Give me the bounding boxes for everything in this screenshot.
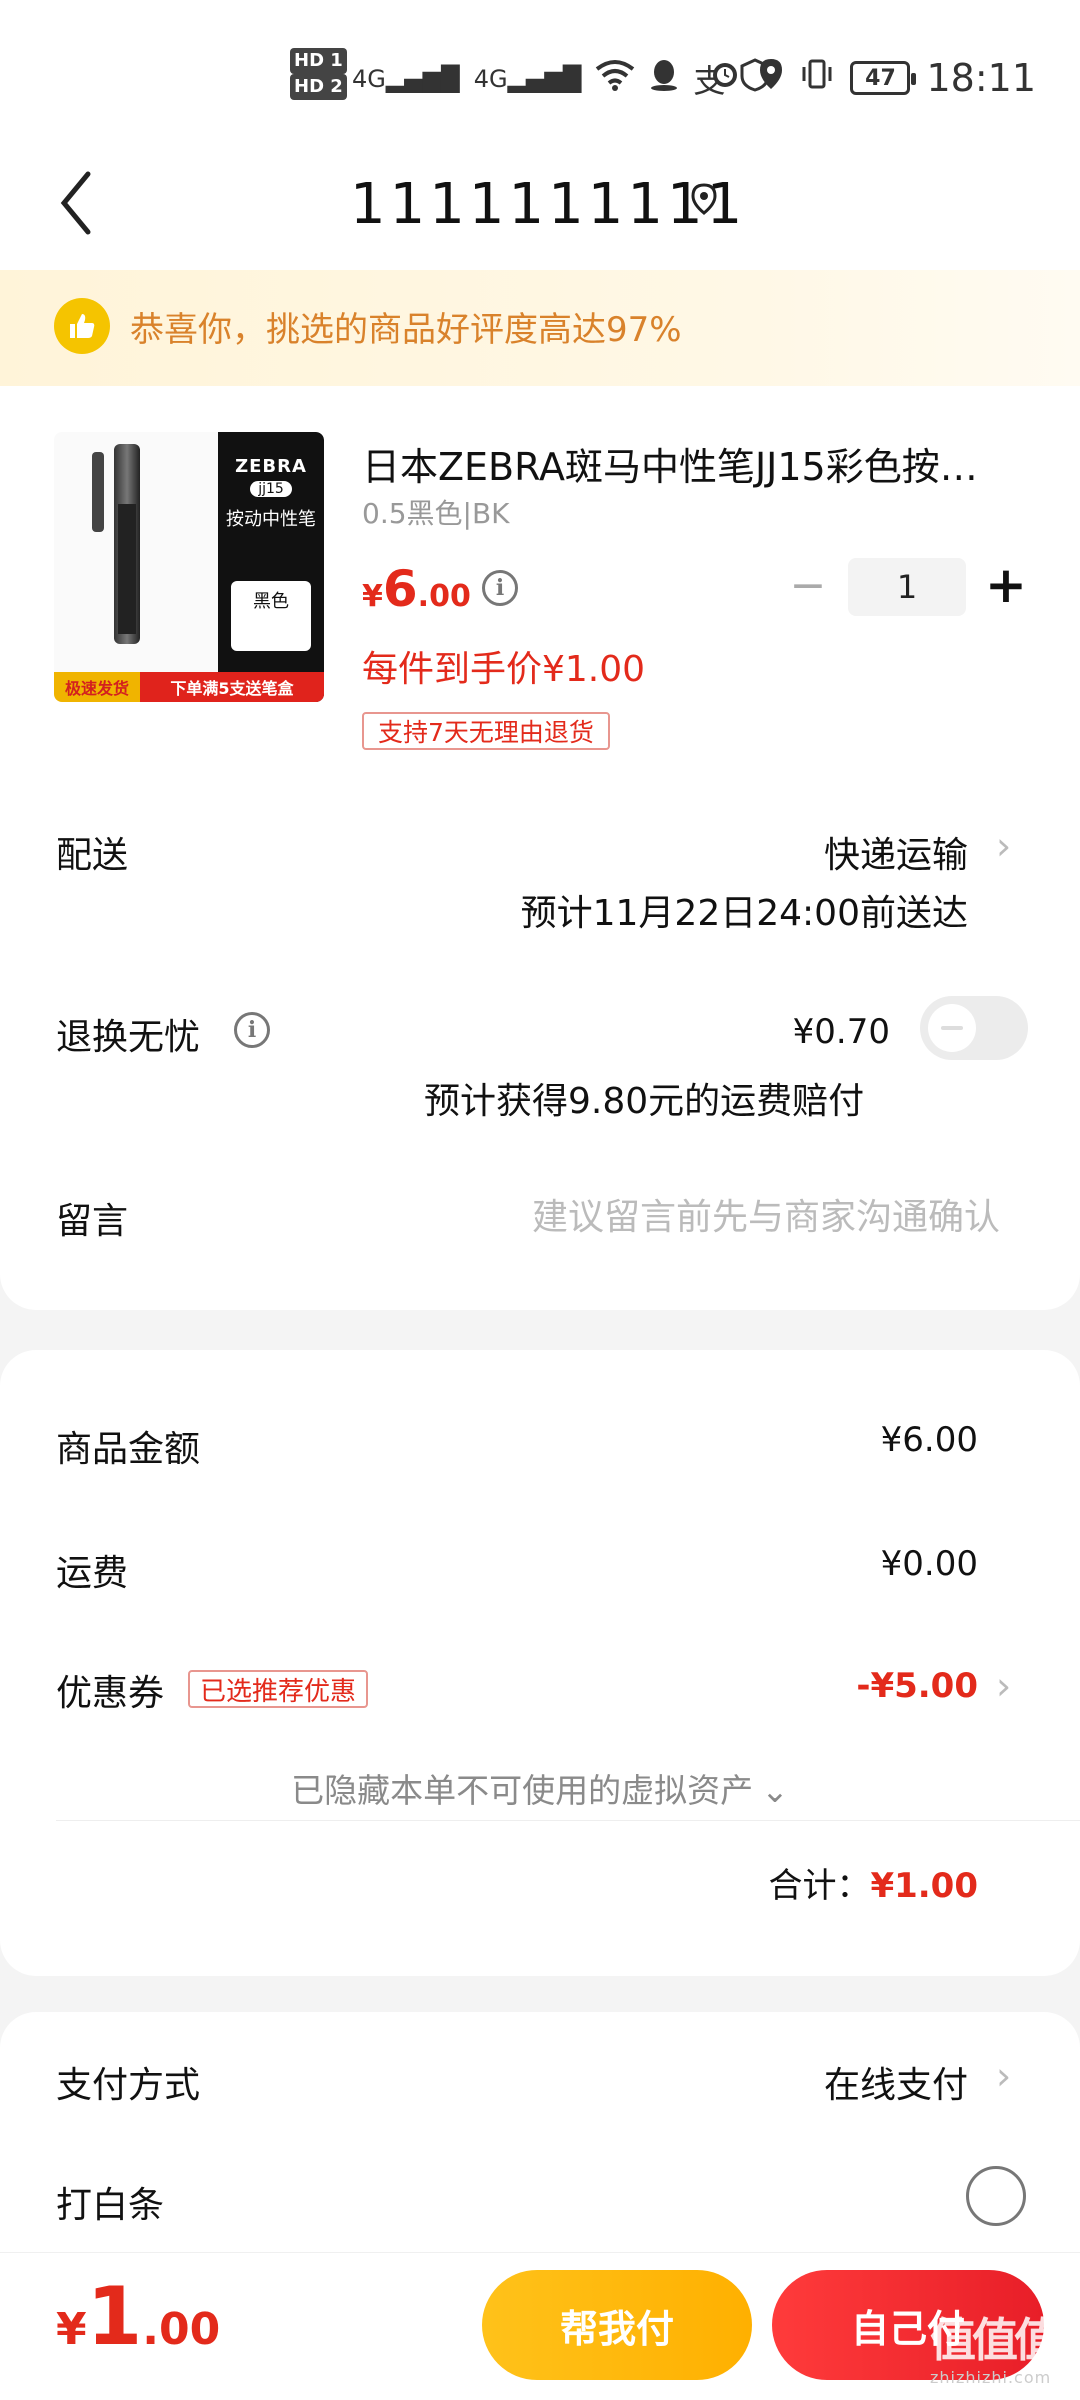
chevron-down-icon: ⌄ (761, 1771, 789, 1810)
payment-method-value[interactable]: 在线支付 (824, 2056, 968, 2108)
shipping-label: 配送 (56, 835, 129, 876)
message-input[interactable] (440, 1192, 1000, 1242)
total-label: 合计： (768, 1866, 871, 1906)
product-price: ¥6.00 (362, 560, 471, 618)
status-bar: HD 1 HD 2 4G▂▄▆█ 4G▂▄▆█ 支 47 18:11 (0, 0, 1080, 150)
sim2-label: HD 2 (290, 74, 347, 100)
coupon-chevron-icon[interactable]: › (996, 1667, 1020, 1705)
shipping-eta: 预计11月22日24:00前送达 (520, 893, 968, 934)
product-box: ZEBRA jj15 按动中性笔 黑色 (218, 432, 324, 702)
alarm-icon (708, 57, 742, 100)
bottom-price-currency: ¥ (56, 2304, 87, 2355)
rating-banner: 恭喜你，挑选的商品好评度高达97% (0, 270, 1080, 386)
back-icon[interactable] (56, 168, 116, 248)
vibrate-icon (800, 57, 834, 100)
watermark-logo: 值值值 (930, 2313, 1060, 2367)
order-total: 合计：¥1.00 (768, 1858, 978, 1907)
toggle-knob (928, 1004, 976, 1052)
hidden-assets-text: 已隐藏本单不可使用的虚拟资产 (291, 1771, 754, 1810)
payment-chevron-icon[interactable]: › (996, 2057, 1020, 2095)
quantity-decrease-button[interactable]: − (788, 564, 828, 608)
signal-icon-1: 4G▂▄▆█ (352, 65, 460, 93)
location-icon (758, 57, 784, 100)
price-integer: 6 (382, 560, 418, 618)
goods-amount-value: ¥6.00 (880, 1420, 978, 1460)
bottom-price-integer: 1 (86, 2270, 143, 2363)
product-spec: 0.5黑色|BK (362, 497, 510, 530)
promo-tag: 下单满5支送笔盒 (140, 672, 324, 702)
return-insurance-label: 退换无忧 (56, 1017, 201, 1058)
price-decimal: .00 (417, 579, 471, 614)
coupon-value[interactable]: -¥5.00 (856, 1666, 978, 1706)
coupon-label: 优惠券 (56, 1673, 165, 1714)
goods-amount-label: 商品金额 (56, 1429, 201, 1470)
clock: 18:11 (926, 56, 1036, 100)
watermark-url: zhizhizhi.com (930, 2368, 1052, 2387)
sim1-label: HD 1 (290, 48, 347, 74)
total-value: ¥1.00 (870, 1866, 978, 1906)
coupon-tag: 已选推荐优惠 (188, 1670, 369, 1708)
iou-label: 打白条 (56, 2185, 165, 2226)
help-me-pay-button[interactable]: 帮我付 (482, 2270, 752, 2380)
qq-icon (649, 58, 679, 101)
bottom-total-price: ¥1.00 (56, 2270, 220, 2363)
page-title: 1111111111 (350, 172, 747, 237)
shipping-fee-label: 运费 (56, 1553, 129, 1594)
product-box-color: 黑色 (231, 581, 311, 651)
price-currency: ¥ (362, 579, 383, 614)
return-insurance-note: 预计获得9.80元的运费赔付 (424, 1081, 865, 1122)
return-insurance-toggle[interactable] (920, 996, 1028, 1060)
bottom-price-decimal: .00 (142, 2304, 221, 2355)
product-image[interactable]: ZEBRA jj15 按动中性笔 黑色 极速发货 下单满5支送笔盒 (54, 432, 324, 702)
shipping-chevron-icon[interactable]: › (996, 827, 1020, 865)
shipping-fee-value: ¥0.00 (880, 1544, 978, 1584)
product-box-kind: 按动中性笔 (226, 509, 316, 530)
price-info-icon[interactable]: i (482, 570, 518, 606)
wifi-icon (595, 59, 635, 100)
map-pin-icon[interactable] (690, 182, 718, 216)
status-right: 47 18:11 (708, 56, 1036, 100)
return-info-icon[interactable]: i (234, 1012, 270, 1048)
product-box-brand: ZEBRA (235, 456, 307, 477)
shipping-method[interactable]: 快递运输 (824, 826, 968, 878)
payment-method-label: 支付方式 (56, 2065, 201, 2106)
message-label: 留言 (56, 1201, 129, 1242)
battery-icon: 47 (850, 61, 917, 95)
thumbs-up-icon (54, 298, 110, 354)
quantity-value[interactable]: 1 (848, 558, 966, 616)
product-title[interactable]: 日本ZEBRA斑马中性笔JJ15彩色按… (362, 436, 978, 491)
hidden-assets-toggle[interactable]: 已隐藏本单不可使用的虚拟资产 ⌄ (0, 1764, 1080, 1812)
pen-shape (114, 444, 140, 644)
header: 1111111111 (0, 150, 1080, 270)
return-policy-tag: 支持7天无理由退货 (362, 712, 610, 750)
sim-indicators: HD 1 HD 2 (290, 48, 347, 100)
iou-radio[interactable] (966, 2166, 1026, 2226)
pen-clip-shape (92, 452, 104, 532)
unit-price-text: 每件到手价¥1.00 (362, 649, 646, 690)
fast-ship-tag: 极速发货 (54, 672, 140, 702)
quantity-increase-button[interactable]: + (984, 560, 1028, 610)
divider (56, 1820, 1080, 1821)
product-box-model: jj15 (250, 481, 292, 497)
return-insurance-price: ¥0.70 (792, 1012, 890, 1052)
signal-icon-2: 4G▂▄▆█ (473, 65, 582, 93)
banner-text: 恭喜你，挑选的商品好评度高达97% (130, 310, 682, 350)
